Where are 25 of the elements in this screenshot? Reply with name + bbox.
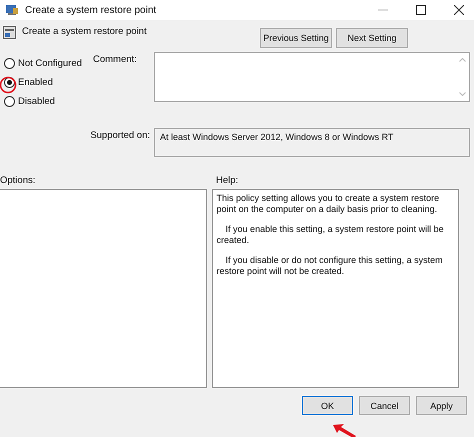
setting-nav-button[interactable]: Next Setting <box>336 28 408 48</box>
radio-label[interactable]: Not Configured <box>18 58 82 68</box>
close-icon[interactable] <box>454 5 464 15</box>
comment-label: Comment: <box>92 53 138 65</box>
help-paragraph: If you disable or do not configure this setting, a system restore point will not be created. <box>216 255 444 277</box>
radio-label[interactable]: Enabled <box>18 76 53 88</box>
help-label: Help: <box>216 175 238 187</box>
maximize-icon[interactable] <box>416 5 426 15</box>
help-paragraph: This policy setting allows you to create a system restore point on the computer on a daily basis prior to cleaning. <box>216 193 440 215</box>
help-paragraph: If you enable this setting, a system restore point will be created. <box>216 224 445 246</box>
dialog-button[interactable]: Apply <box>416 396 467 415</box>
policy-title: Create a system restore point <box>22 26 147 37</box>
annotation-arrow <box>333 423 357 437</box>
window-icon <box>5 4 19 16</box>
radio-label[interactable]: Disabled <box>18 96 55 106</box>
radio-button[interactable] <box>4 58 15 68</box>
window-title: Create a system restore point <box>25 4 156 16</box>
options-label: Options: <box>0 175 36 187</box>
dialog-button[interactable]: Cancel <box>359 396 410 415</box>
setting-nav-button[interactable]: Previous Setting <box>260 28 332 48</box>
supported-on-label: Supported on: <box>90 129 150 141</box>
policy-icon <box>3 26 16 39</box>
radio-button[interactable] <box>4 96 15 106</box>
dialog-button[interactable]: OK <box>302 396 353 415</box>
supported-on-text: At least Windows Server 2012, Windows 8 or Windows RT <box>160 132 394 142</box>
